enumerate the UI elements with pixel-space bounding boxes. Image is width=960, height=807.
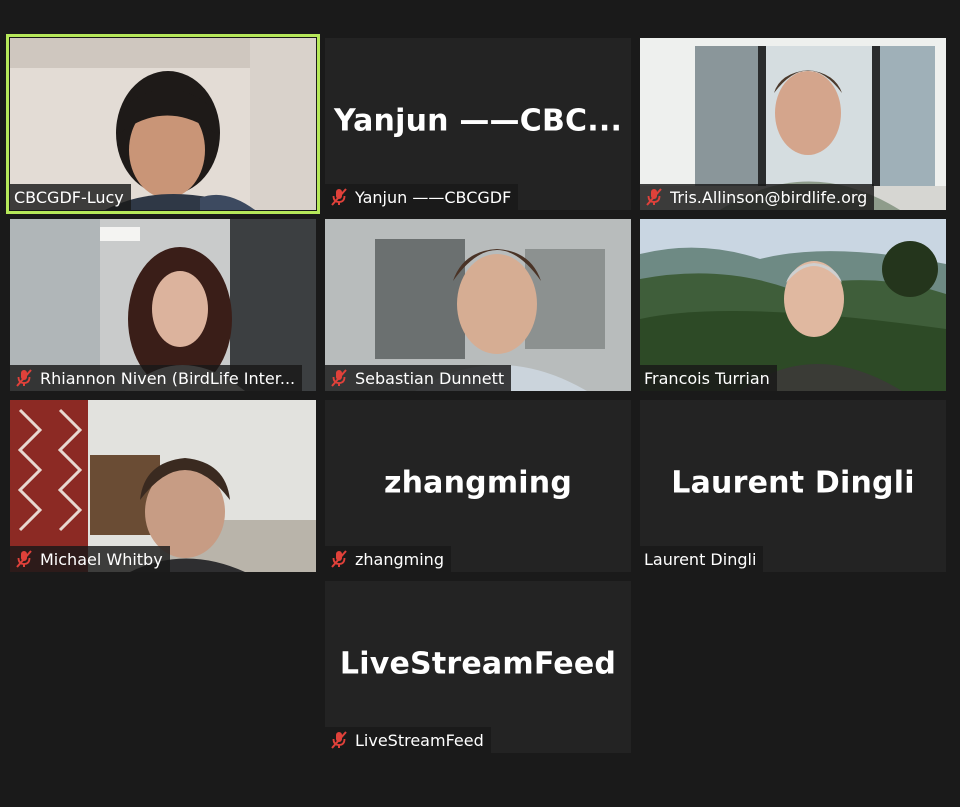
participant-name-label: LiveStreamFeed: [325, 727, 491, 753]
participant-name-label: Laurent Dingli: [640, 546, 764, 572]
mic-muted-icon: [329, 187, 349, 207]
participant-name: Laurent Dingli: [644, 549, 757, 569]
participant-name: Michael Whitby: [40, 549, 163, 569]
participant-name-label: Michael Whitby: [10, 546, 170, 572]
participant-display-name: Laurent Dingli: [671, 465, 915, 501]
participant-name: Rhiannon Niven (BirdLife Inter...: [40, 368, 296, 388]
video-tile-tris-allinson[interactable]: Tris.Allinson@birdlife.org: [640, 38, 946, 210]
participant-name-label: Tris.Allinson@birdlife.org: [640, 184, 875, 210]
participant-name: LiveStreamFeed: [355, 730, 484, 750]
video-tile-cbcgdf-lucy[interactable]: CBCGDF-Lucy: [6, 34, 320, 214]
participant-name-label: Sebastian Dunnett: [325, 365, 512, 391]
participant-name: Francois Turrian: [644, 368, 770, 388]
participant-display-name: Yanjun ——CBC...: [333, 103, 623, 139]
mic-muted-icon: [329, 368, 349, 388]
participant-name: CBCGDF-Lucy: [14, 187, 124, 207]
video-tile-livestreamfeed[interactable]: LiveStreamFeed LiveStreamFeed: [325, 581, 631, 753]
participant-name-label: Yanjun ——CBCGDF: [325, 184, 519, 210]
participant-display-name: LiveStreamFeed: [339, 646, 617, 682]
mic-muted-icon: [14, 368, 34, 388]
participant-name: Yanjun ——CBCGDF: [355, 187, 512, 207]
participant-name-label: Rhiannon Niven (BirdLife Inter...: [10, 365, 303, 391]
video-tile-zhangming[interactable]: zhangming zhangming: [325, 400, 631, 572]
mic-muted-icon: [644, 187, 664, 207]
video-tile-michael-whitby[interactable]: Michael Whitby: [10, 400, 316, 572]
mic-muted-icon: [329, 730, 349, 750]
video-tile-sebastian-dunnett[interactable]: Sebastian Dunnett: [325, 219, 631, 391]
participant-name: Tris.Allinson@birdlife.org: [670, 187, 868, 207]
participant-name-label: Francois Turrian: [640, 365, 777, 391]
participant-display-name: zhangming: [383, 465, 573, 501]
participant-name-label: zhangming: [325, 546, 451, 572]
participant-name: zhangming: [355, 549, 444, 569]
mic-muted-icon: [14, 549, 34, 569]
video-tile-rhiannon-niven[interactable]: Rhiannon Niven (BirdLife Inter...: [10, 219, 316, 391]
participant-name: Sebastian Dunnett: [355, 368, 505, 388]
mic-muted-icon: [329, 549, 349, 569]
video-tile-yanjun[interactable]: Yanjun ——CBC... Yanjun ——CBCGDF: [325, 38, 631, 210]
video-tile-francois-turrian[interactable]: Francois Turrian: [640, 219, 946, 391]
participant-name-label: CBCGDF-Lucy: [10, 184, 131, 210]
video-tile-laurent-dingli[interactable]: Laurent Dingli Laurent Dingli: [640, 400, 946, 572]
